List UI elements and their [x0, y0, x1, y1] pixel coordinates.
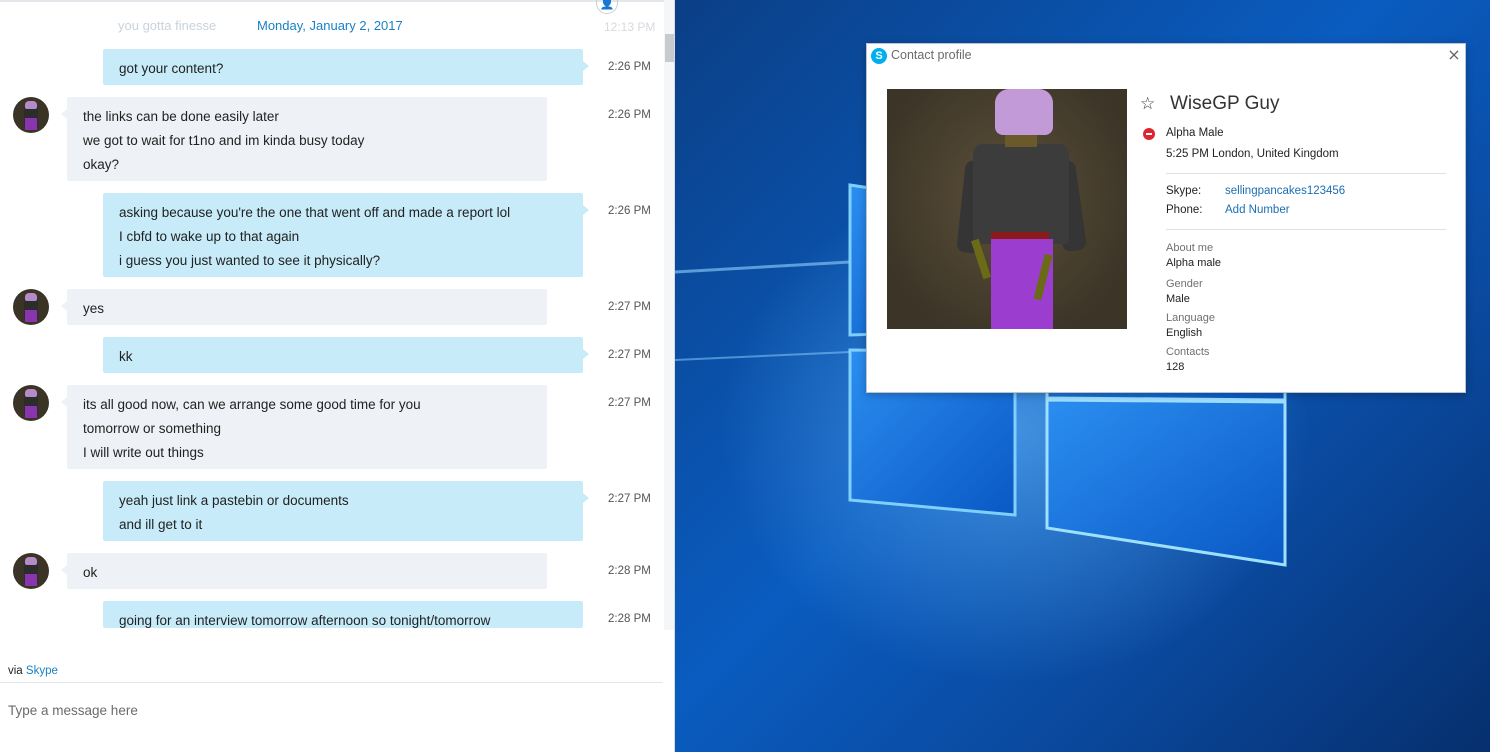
profile-divider	[1166, 229, 1446, 230]
message-timestamp: 2:27 PM	[608, 301, 651, 313]
outgoing-message-bubble[interactable]: kk	[103, 337, 589, 373]
contact-avatar[interactable]	[13, 97, 49, 133]
outgoing-message-bubble[interactable]: yeah just link a pastebin or documents an…	[103, 481, 589, 541]
add-number-link[interactable]: Add Number	[1225, 204, 1290, 216]
message-text-line: tomorrow or something	[83, 421, 222, 436]
skype-link[interactable]: Skype	[26, 665, 58, 677]
faded-message-time: 12:13 PM	[604, 20, 656, 34]
contact-profile-dialog: S Contact profile × ☆ WiseGP Guy Alpha M…	[866, 43, 1466, 393]
profile-divider	[1166, 173, 1446, 174]
close-icon[interactable]: ×	[1445, 46, 1463, 64]
message-text-line: going for an interview tomorrow afternoo…	[119, 613, 491, 628]
contacts-label: Contacts	[1166, 346, 1210, 358]
chat-scrollbar-thumb[interactable]	[665, 34, 674, 62]
outgoing-message-bubble[interactable]: got your content?	[103, 49, 589, 85]
about-me-value: Alpha male	[1166, 257, 1222, 269]
skype-id-value[interactable]: sellingpancakes123456	[1225, 185, 1345, 197]
message-text-line: yeah just link a pastebin or documents	[119, 493, 349, 508]
message-text-line: asking because you're the one that went …	[119, 205, 511, 220]
contact-avatar[interactable]	[13, 289, 49, 325]
message-timestamp: 2:26 PM	[608, 205, 651, 217]
chat-panel: 👤 you gotta finesse 12:13 PM Monday, Jan…	[0, 0, 675, 752]
message-text-line: yes	[83, 301, 105, 316]
message-text-line: got your content?	[119, 61, 224, 76]
language-label: Language	[1166, 312, 1215, 324]
profile-picture	[887, 89, 1127, 329]
message-timestamp: 2:27 PM	[608, 493, 651, 505]
incoming-message-bubble[interactable]: yes	[61, 289, 547, 325]
language-value: English	[1166, 327, 1203, 339]
message-text-line: ok	[83, 565, 98, 580]
gender-label: Gender	[1166, 278, 1203, 290]
skype-id-label: Skype:	[1166, 185, 1202, 197]
dialog-titlebar[interactable]: S Contact profile ×	[867, 44, 1465, 68]
profile-display-name: WiseGP Guy	[1170, 93, 1280, 114]
profile-mood: Alpha Male	[1166, 127, 1224, 139]
favorite-star-icon[interactable]: ☆	[1140, 95, 1155, 113]
message-text-line: I cbfd to wake up to that again	[119, 229, 300, 244]
message-timestamp: 2:27 PM	[608, 349, 651, 361]
incoming-message-bubble[interactable]: its all good now, can we arrange some go…	[61, 385, 547, 469]
message-text-line: okay?	[83, 157, 120, 172]
message-text-line: we got to wait for t1no and im kinda bus…	[83, 133, 365, 148]
phone-label: Phone:	[1166, 204, 1203, 216]
about-me-label: About me	[1166, 242, 1214, 254]
message-text-line: and ill get to it	[119, 517, 203, 532]
message-timestamp: 2:28 PM	[608, 565, 651, 577]
message-timestamp: 2:27 PM	[608, 397, 651, 409]
via-prefix: via	[8, 665, 23, 677]
date-separator: Monday, January 2, 2017	[257, 18, 403, 33]
faded-message-text: you gotta finesse	[118, 18, 217, 33]
message-input[interactable]	[8, 698, 648, 722]
outgoing-message-bubble[interactable]: asking because you're the one that went …	[103, 193, 589, 277]
message-text-line: kk	[119, 349, 133, 364]
message-timestamp: 2:26 PM	[608, 61, 651, 73]
incoming-message-bubble[interactable]: ok	[61, 553, 547, 589]
incoming-message-bubble[interactable]: the links can be done easily later we got…	[61, 97, 547, 181]
gender-value: Male	[1166, 293, 1190, 305]
dialog-title: Contact profile	[891, 48, 972, 62]
do-not-disturb-status-icon	[1143, 128, 1155, 140]
message-text-line: the links can be done easily later	[83, 109, 279, 124]
contact-avatar-icon[interactable]: 👤	[596, 0, 618, 14]
message-text-line: I will write out things	[83, 445, 204, 460]
message-timestamp: 2:26 PM	[608, 109, 651, 121]
chat-scrollbar[interactable]	[664, 0, 674, 630]
chat-top-border	[0, 0, 674, 2]
message-timestamp: 2:28 PM	[608, 613, 651, 625]
contact-avatar[interactable]	[13, 553, 49, 589]
outgoing-message-bubble[interactable]: going for an interview tomorrow afternoo…	[103, 601, 583, 628]
skype-logo-icon: S	[871, 48, 887, 64]
profile-local-time: 5:25 PM London, United Kingdom	[1166, 148, 1339, 160]
contact-avatar[interactable]	[13, 385, 49, 421]
input-divider	[0, 682, 663, 683]
via-skype-label: via Skype	[8, 665, 58, 677]
contacts-value: 128	[1166, 361, 1185, 373]
message-text-line: its all good now, can we arrange some go…	[83, 397, 421, 412]
message-text-line: i guess you just wanted to see it physic…	[119, 253, 381, 268]
